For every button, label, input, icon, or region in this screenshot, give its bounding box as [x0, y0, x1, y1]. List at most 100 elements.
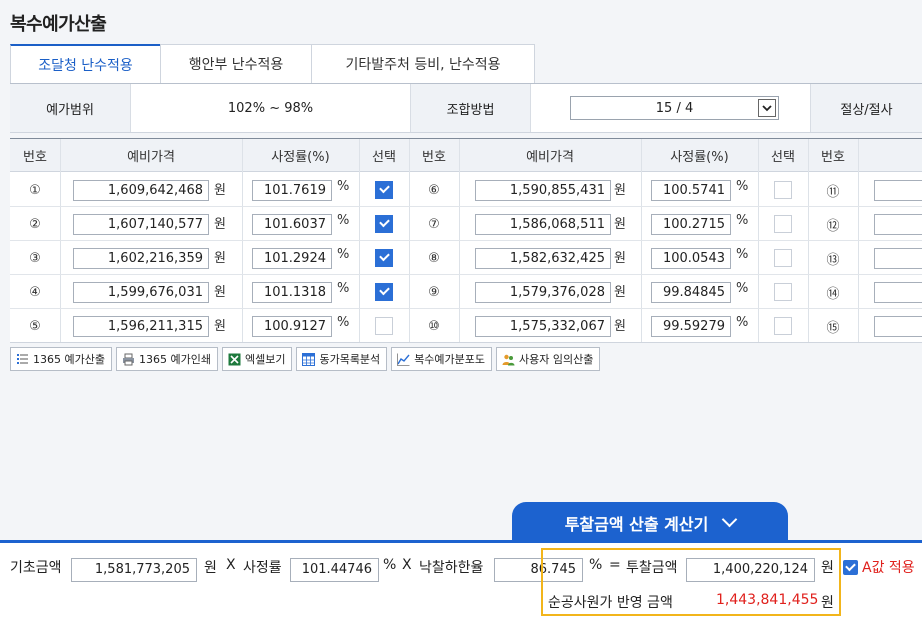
- toolbar-button-label: 동가목록분석: [319, 353, 381, 366]
- won-unit: 원: [614, 217, 626, 232]
- times-sign: X: [402, 557, 412, 573]
- row-number: ⑮: [826, 320, 840, 336]
- won-unit: 원: [214, 183, 226, 198]
- rate-input[interactable]: 100.2715: [651, 214, 731, 235]
- reserve-price-input[interactable]: 1,: [874, 180, 922, 201]
- tab-pps-random[interactable]: 조달청 난수적용: [10, 44, 161, 83]
- toolbar-button[interactable]: 1365 예가산출: [10, 347, 112, 371]
- reserve-price-input[interactable]: 1,: [874, 214, 922, 235]
- toolbar-button-label: 엑셀보기: [244, 353, 286, 366]
- select-checkbox[interactable]: [774, 317, 792, 335]
- reserve-price-input[interactable]: 1,590,855,431: [475, 180, 611, 201]
- table-row: ⑤ 1,596,211,315 원 100.9127% ⑩ 1,575,332,067 원 9…: [10, 309, 922, 342]
- page-title: 복수예가산출: [10, 14, 107, 35]
- select-checkbox[interactable]: [774, 283, 792, 301]
- select-checkbox[interactable]: [375, 249, 393, 267]
- row-number: ①: [29, 182, 41, 198]
- header-select: 선택: [771, 150, 795, 165]
- tab-other-random[interactable]: 기타발주처 등비, 난수적용: [311, 44, 535, 83]
- range-value: 102% ~ 98%: [227, 100, 314, 116]
- row-number: ⑥: [428, 182, 440, 198]
- header-no: 번호: [23, 150, 47, 165]
- select-checkbox[interactable]: [375, 181, 393, 199]
- rate-input[interactable]: 99.59279: [651, 316, 731, 337]
- rate-input[interactable]: 101.2924: [252, 248, 332, 269]
- rate-input[interactable]: 100.0543: [651, 248, 731, 269]
- calculator-toggle[interactable]: 투찰금액 산출 계산기: [512, 502, 788, 543]
- header-no: 번호: [821, 150, 845, 165]
- toolbar-button-label: 사용자 임의산출: [519, 353, 594, 366]
- toolbar-button[interactable]: 엑셀보기: [221, 347, 293, 371]
- toolbar-button-label: 복수예가분포도: [414, 353, 486, 366]
- grid-header: 번호 예비가격 사정률(%) 선택 번호 예비가격 사정률(%) 선택 번호: [10, 139, 922, 172]
- pct-unit: %: [337, 281, 350, 296]
- combo-label: 조합방법: [411, 84, 530, 132]
- pct-unit: %: [736, 281, 749, 296]
- pct-unit: %: [337, 213, 350, 228]
- won-unit: 원: [214, 285, 226, 300]
- rate-input[interactable]: 100.5741: [651, 180, 731, 201]
- toolbar-button[interactable]: 사용자 임의산출: [496, 347, 601, 371]
- header-price: 예비가격: [526, 150, 574, 165]
- select-checkbox[interactable]: [774, 215, 792, 233]
- reserve-price-input[interactable]: 1,582,632,425: [475, 248, 611, 269]
- select-checkbox[interactable]: [774, 181, 792, 199]
- base-amount-label: 기초금액: [10, 560, 62, 576]
- rate-input[interactable]: 101.7619: [252, 180, 332, 201]
- tab-mois-random[interactable]: 행안부 난수적용: [160, 44, 312, 83]
- row-number: ⑦: [428, 216, 440, 232]
- toolbar-button[interactable]: 1365 예가인쇄: [115, 347, 218, 371]
- reserve-price-input[interactable]: 1,575,332,067: [475, 316, 611, 337]
- rate-input[interactable]: 99.84845: [651, 282, 731, 303]
- pct-unit: %: [736, 179, 749, 194]
- toolbar-button[interactable]: 동가목록분석: [296, 347, 388, 371]
- rate-input[interactable]: 101.1318: [252, 282, 332, 303]
- reserve-price-input[interactable]: 1,: [874, 282, 922, 303]
- rate-input[interactable]: 100.9127: [252, 316, 332, 337]
- table-row: ③ 1,602,216,359 원 101.2924% ⑧ 1,582,632,425 원 1…: [10, 241, 922, 275]
- pct-unit: %: [736, 247, 749, 262]
- reserve-price-input[interactable]: 1,602,216,359: [73, 248, 209, 269]
- select-checkbox[interactable]: [375, 317, 393, 335]
- won-unit: 원: [204, 560, 217, 576]
- list-icon: [16, 353, 29, 366]
- reserve-price-input[interactable]: 1,599,676,031: [73, 282, 209, 303]
- base-amount-input[interactable]: 1,581,773,205: [71, 558, 197, 582]
- won-unit: 원: [614, 251, 626, 266]
- tab-bar: 조달청 난수적용 행안부 난수적용 기타발주처 등비, 난수적용: [10, 44, 535, 83]
- pct-unit: %: [383, 557, 397, 573]
- select-checkbox[interactable]: [375, 283, 393, 301]
- select-checkbox[interactable]: [375, 215, 393, 233]
- chevron-down-icon[interactable]: [758, 99, 776, 117]
- combo-select[interactable]: 15 / 4: [570, 96, 779, 120]
- row-number: ⑪: [826, 184, 840, 200]
- reserve-price-input[interactable]: 1,: [874, 316, 922, 337]
- rate-input[interactable]: 101.6037: [252, 214, 332, 235]
- pct-unit: %: [337, 247, 350, 262]
- toolbar-button-label: 1365 예가산출: [33, 353, 105, 366]
- select-checkbox[interactable]: [774, 249, 792, 267]
- reserve-price-input[interactable]: 1,609,642,468: [73, 180, 209, 201]
- excel-icon: [228, 353, 241, 366]
- won-unit: 원: [214, 251, 226, 266]
- reserve-price-input[interactable]: 1,586,068,511: [475, 214, 611, 235]
- printer-icon: [122, 353, 135, 366]
- a-value-checkbox[interactable]: [843, 560, 858, 575]
- won-unit: 원: [614, 285, 626, 300]
- header-select: 선택: [372, 150, 396, 165]
- reserve-price-input[interactable]: 1,596,211,315: [73, 316, 209, 337]
- won-unit: 원: [614, 319, 626, 334]
- toolbar-button[interactable]: 복수예가분포도: [391, 347, 493, 371]
- rate-input[interactable]: 101.44746: [290, 558, 379, 582]
- rate-label: 사정률: [243, 560, 282, 576]
- users-icon: [502, 353, 515, 366]
- header-rate: 사정률(%): [271, 150, 330, 165]
- range-label: 예가범위: [10, 84, 130, 132]
- reserve-price-input[interactable]: 1,607,140,577: [73, 214, 209, 235]
- won-unit: 원: [214, 319, 226, 334]
- times-sign: X: [226, 557, 236, 573]
- reserve-price-input[interactable]: 1,: [874, 248, 922, 269]
- reserve-price-input[interactable]: 1,579,376,028: [475, 282, 611, 303]
- row-number: ⑬: [826, 252, 840, 268]
- row-number: ⑤: [29, 318, 41, 334]
